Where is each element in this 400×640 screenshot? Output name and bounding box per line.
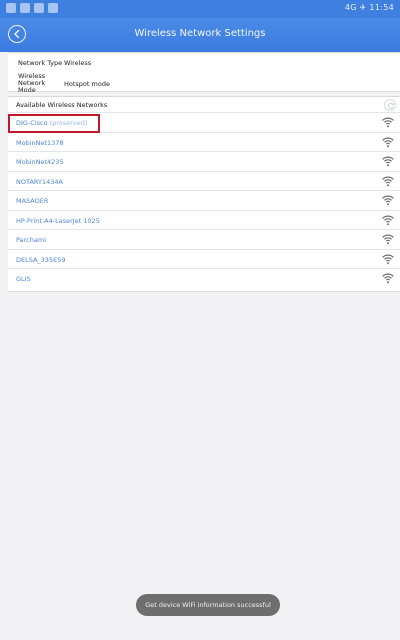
status-bar: 4G ✈ 11:54 — [0, 0, 400, 18]
network-info-card: Network Type Wireless Wireless Network M… — [8, 52, 400, 94]
wifi-signal-icon — [382, 234, 394, 245]
network-name: DIG-Cisco (preserved) — [16, 119, 88, 127]
image-icon — [20, 3, 30, 13]
app-bar: Wireless Network Settings — [0, 18, 400, 52]
network-item[interactable]: NOTARY1434A — [8, 172, 400, 191]
toast-message: Get device WiFi information successful — [136, 594, 280, 616]
network-mode-value: Hotspot mode — [64, 79, 110, 88]
network-type-row: Network Type Wireless — [18, 59, 91, 67]
network-name: NOTARY1434A — [16, 177, 63, 186]
wifi-signal-icon — [382, 254, 394, 264]
network-name: MobinNet1378 — [16, 138, 64, 147]
page-title: Wireless Network Settings — [134, 28, 266, 39]
network-list: DIG-Cisco (preserved) MobinNet1378 Mobin… — [8, 113, 400, 289]
networks-header: Available Wireless Networks — [8, 97, 400, 113]
network-name: MobinNet4235 — [16, 158, 64, 166]
network-mode-row: Wireless Network Mode Hotspot mode — [18, 73, 110, 94]
app-icon — [48, 3, 58, 13]
wifi-signal-icon — [382, 195, 394, 206]
network-name: Parchami — [16, 236, 46, 244]
wifi-signal-icon — [382, 137, 394, 147]
network-item[interactable]: MASADER — [8, 191, 400, 211]
notification-icons — [6, 3, 58, 13]
refresh-icon[interactable] — [384, 99, 396, 111]
network-item[interactable]: DIG-Cisco (preserved) — [8, 113, 400, 133]
notification-icon — [6, 3, 16, 13]
network-name: HP-Print-A4-LaserJet 1025 — [16, 216, 100, 225]
network-type-value: Wireless — [64, 59, 92, 67]
available-networks-card: Available Wireless Networks DIG-Cisco (p… — [8, 96, 400, 292]
network-name: DELSA_335E59 — [16, 255, 66, 264]
network-type-label: Network Type — [18, 58, 63, 67]
wifi-signal-icon — [382, 215, 394, 225]
network-item[interactable]: GLIS — [8, 269, 400, 289]
wifi-signal-icon — [382, 117, 394, 128]
network-item[interactable]: Parchami — [8, 230, 400, 250]
network-item[interactable]: MobinNet4235 — [8, 152, 400, 172]
network-mode-label: Wireless Network Mode — [18, 72, 46, 94]
wifi-signal-icon — [382, 273, 394, 284]
network-item[interactable]: MobinNet1378 — [8, 133, 400, 152]
network-name: MASADER — [16, 197, 49, 205]
network-name: GLIS — [16, 275, 31, 283]
network-note: (preserved) — [49, 119, 88, 127]
network-item[interactable]: DELSA_335E59 — [8, 250, 400, 269]
status-indicators: 4G ✈ 11:54 — [344, 3, 394, 12]
wifi-signal-icon — [382, 156, 394, 167]
network-item[interactable]: HP-Print-A4-LaserJet 1025 — [8, 211, 400, 230]
networks-header-label: Available Wireless Networks — [16, 101, 108, 109]
wifi-signal-icon — [382, 176, 394, 186]
message-icon — [34, 3, 44, 13]
